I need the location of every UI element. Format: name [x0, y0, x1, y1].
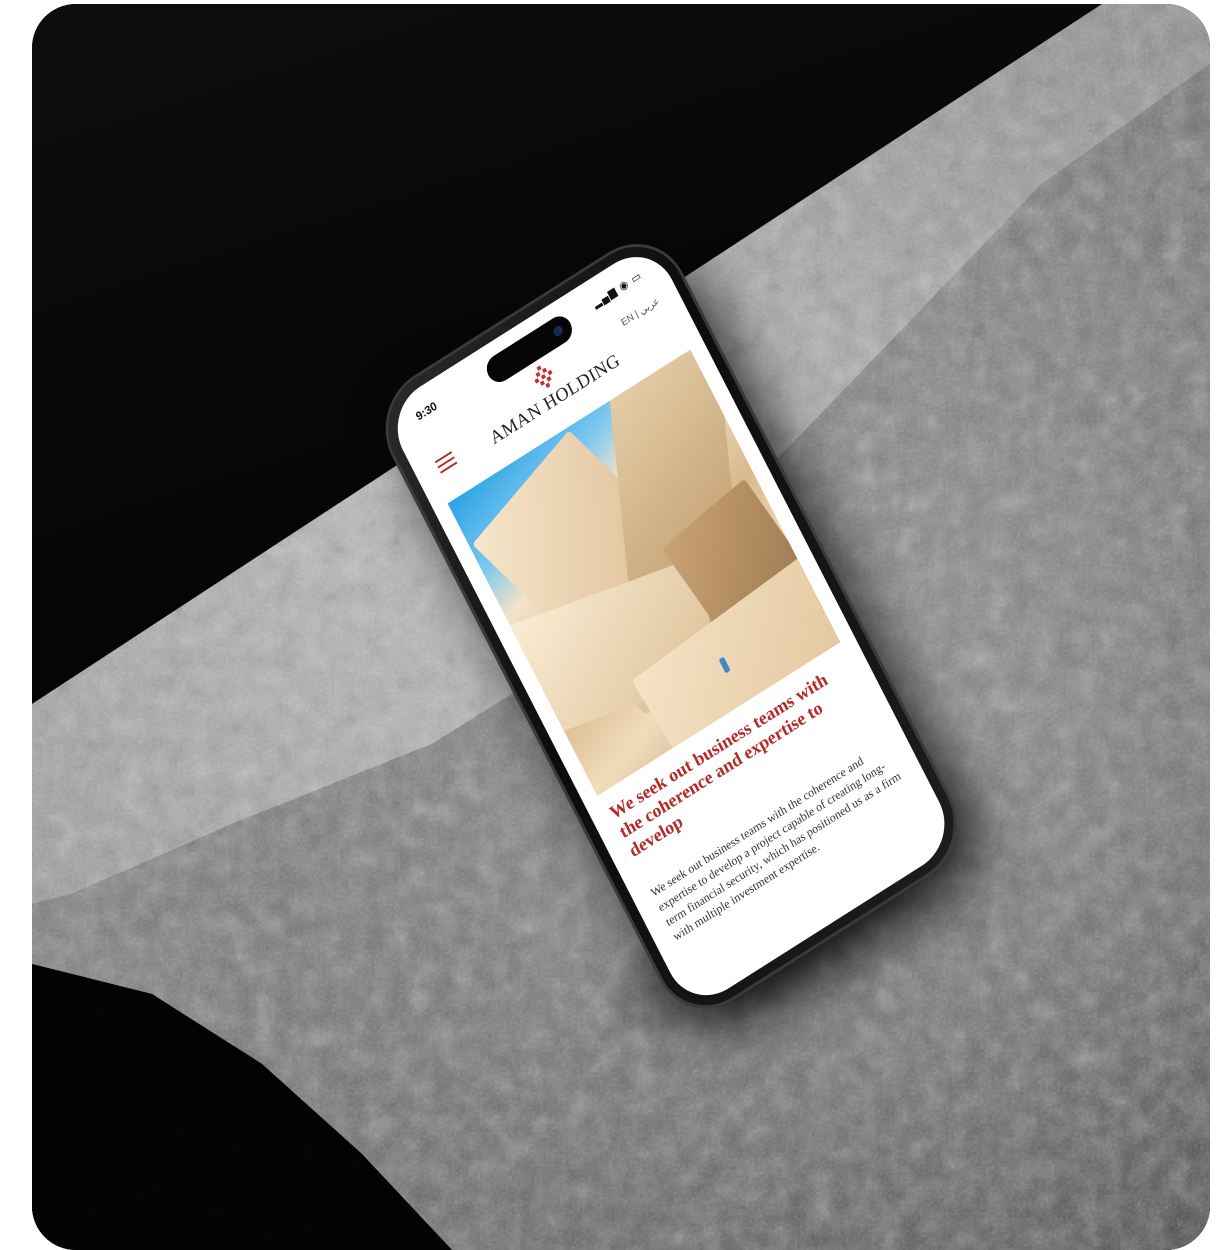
camera-icon: [551, 324, 565, 338]
phone: 9:30 ▂▄▆ ◉ ▭ AMAN HOLDING EN | عربي We s…: [370, 226, 973, 1027]
status-time: 9:30: [413, 398, 440, 424]
photo-frame: 9:30 ▂▄▆ ◉ ▭ AMAN HOLDING EN | عربي We s…: [32, 4, 1210, 1250]
